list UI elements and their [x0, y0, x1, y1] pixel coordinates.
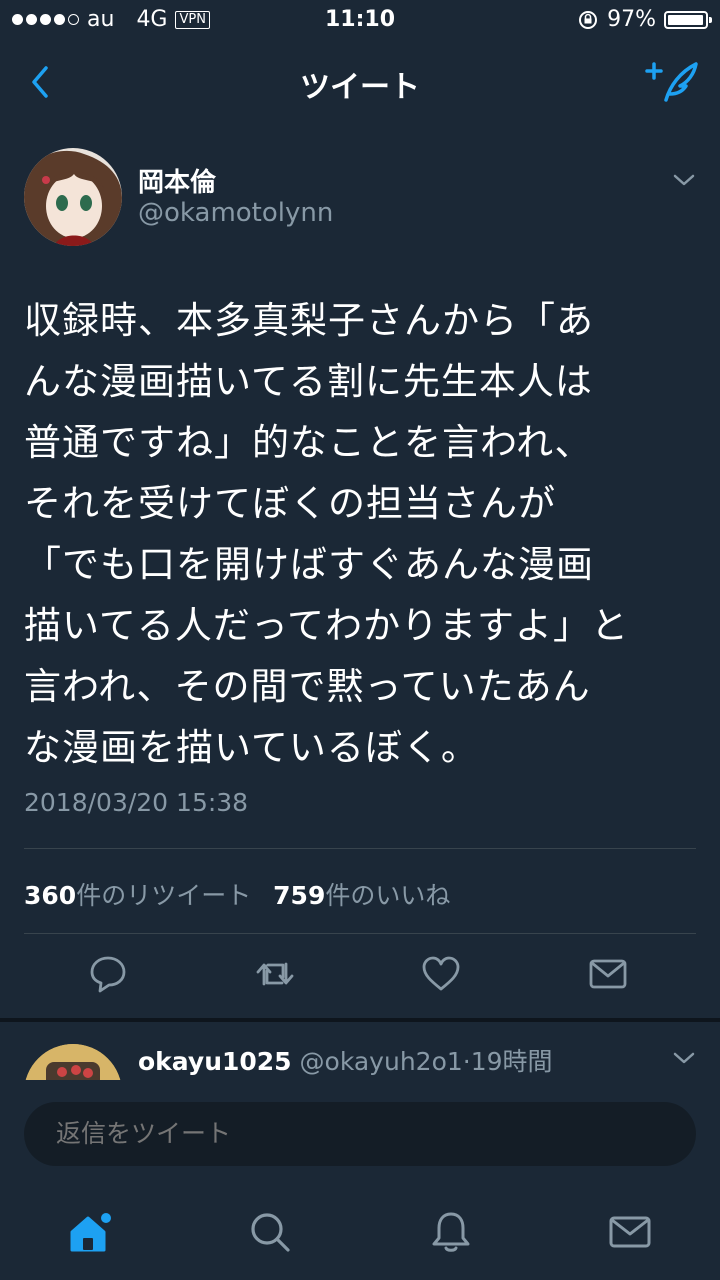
home-icon[interactable] [66, 1208, 114, 1256]
divider [24, 933, 696, 934]
battery-percent: 97% [607, 7, 656, 32]
battery-icon [664, 10, 712, 29]
rotation-lock-icon [579, 10, 598, 29]
tweet-actions [0, 952, 720, 1002]
chevron-down-icon[interactable] [672, 172, 696, 188]
like-count: 759 [273, 881, 326, 910]
compose-tweet-icon[interactable] [644, 58, 700, 106]
navigation-bar: ツイート [0, 40, 720, 125]
retweet-count: 360 [24, 881, 77, 910]
tab-bar [0, 1188, 720, 1280]
tweet-detail: 岡本倫 @okamotolynn 収録時、本多真梨子さんから「あ んな漫画描いて… [0, 124, 720, 1018]
status-bar: au 4G VPN 11:10 97% [0, 0, 720, 40]
retweet-icon[interactable] [253, 952, 297, 996]
author-handle[interactable]: @okamotolynn [138, 198, 333, 228]
like-heart-icon[interactable] [419, 952, 463, 996]
direct-message-icon[interactable] [586, 952, 630, 996]
engagement-counts: 360件のリツイート 759件のいいね [24, 876, 450, 912]
reply-tweet[interactable]: okayu1025 @okayuh2o1·19時間 [0, 1018, 720, 1084]
reply-composer [0, 1080, 720, 1188]
tweet-text: 収録時、本多真梨子さんから「あ んな漫画描いてる割に先生本人は 普通ですね」的な… [24, 299, 630, 769]
reply-author-handle[interactable]: @okayuh2o1 [300, 1047, 463, 1076]
reply-input[interactable] [24, 1102, 696, 1166]
author-avatar[interactable] [24, 148, 122, 246]
reply-author-name[interactable]: okayu1025 [138, 1047, 292, 1076]
reply-icon[interactable] [86, 952, 130, 996]
like-label: 件のいいね [325, 881, 451, 910]
chevron-down-icon[interactable] [672, 1050, 696, 1066]
notifications-bell-icon[interactable] [427, 1208, 475, 1256]
reply-avatar[interactable] [24, 1044, 122, 1084]
tweet-timestamp: 2018/03/20 15:38 [24, 788, 249, 817]
author-name[interactable]: 岡本倫 [138, 162, 216, 199]
search-icon[interactable] [246, 1208, 294, 1256]
messages-icon[interactable] [606, 1208, 654, 1256]
reply-header: okayu1025 @okayuh2o1·19時間 [138, 1042, 553, 1078]
page-title: ツイート [300, 70, 420, 105]
like-count-link[interactable]: 759件のいいね [273, 881, 450, 910]
reply-separator: · [462, 1047, 471, 1076]
retweet-count-link[interactable]: 360件のリツイート [24, 881, 251, 910]
status-right: 97% [577, 7, 712, 32]
divider [24, 848, 696, 849]
retweet-label: 件のリツイート [76, 881, 252, 910]
reply-time: 19時間 [470, 1047, 553, 1076]
